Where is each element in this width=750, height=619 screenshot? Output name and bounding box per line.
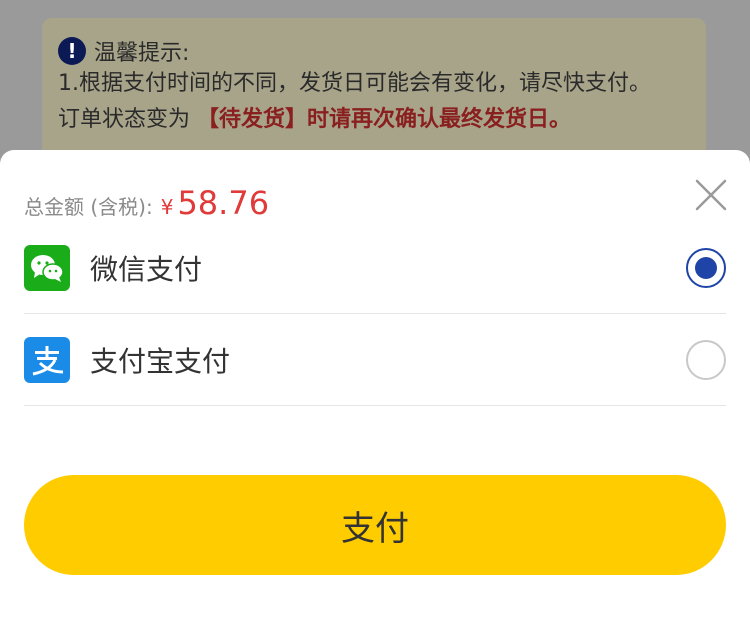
close-button[interactable] (692, 176, 730, 214)
notice-emphasis: 【待发货】时请再次确认最终发货日。 (197, 107, 572, 132)
amount-value: 58.76 (177, 184, 270, 222)
payment-option-wechat[interactable]: 微信支付 (24, 222, 726, 314)
wechat-pay-label: 微信支付 (90, 252, 203, 286)
notice-line-1: 1.根据支付时间的不同，发货日可能会有变化，请尽快支付。 (58, 71, 651, 96)
close-icon (695, 179, 727, 211)
payment-sheet: 总金额 (含税): ¥ 58.76 微信支付 支付宝支付 支付 (0, 150, 750, 619)
exclamation-icon: ! (58, 37, 86, 65)
total-amount: 总金额 (含税): ¥ 58.76 (24, 184, 269, 222)
payment-option-alipay[interactable]: 支付宝支付 (24, 314, 726, 406)
notice-line-2: 订单状态变为 【待发货】时请再次确认最终发货日。 (58, 107, 572, 132)
alipay-label: 支付宝支付 (90, 344, 231, 378)
notice-title: 温馨提示: (94, 41, 190, 66)
total-label: 总金额 (含税): (24, 195, 153, 219)
alipay-icon (24, 336, 70, 383)
radio-wechat[interactable] (686, 248, 726, 288)
currency-symbol: ¥ (160, 195, 174, 219)
radio-alipay[interactable] (686, 340, 726, 380)
wechat-icon (24, 244, 70, 291)
pay-button[interactable]: 支付 (24, 475, 726, 575)
